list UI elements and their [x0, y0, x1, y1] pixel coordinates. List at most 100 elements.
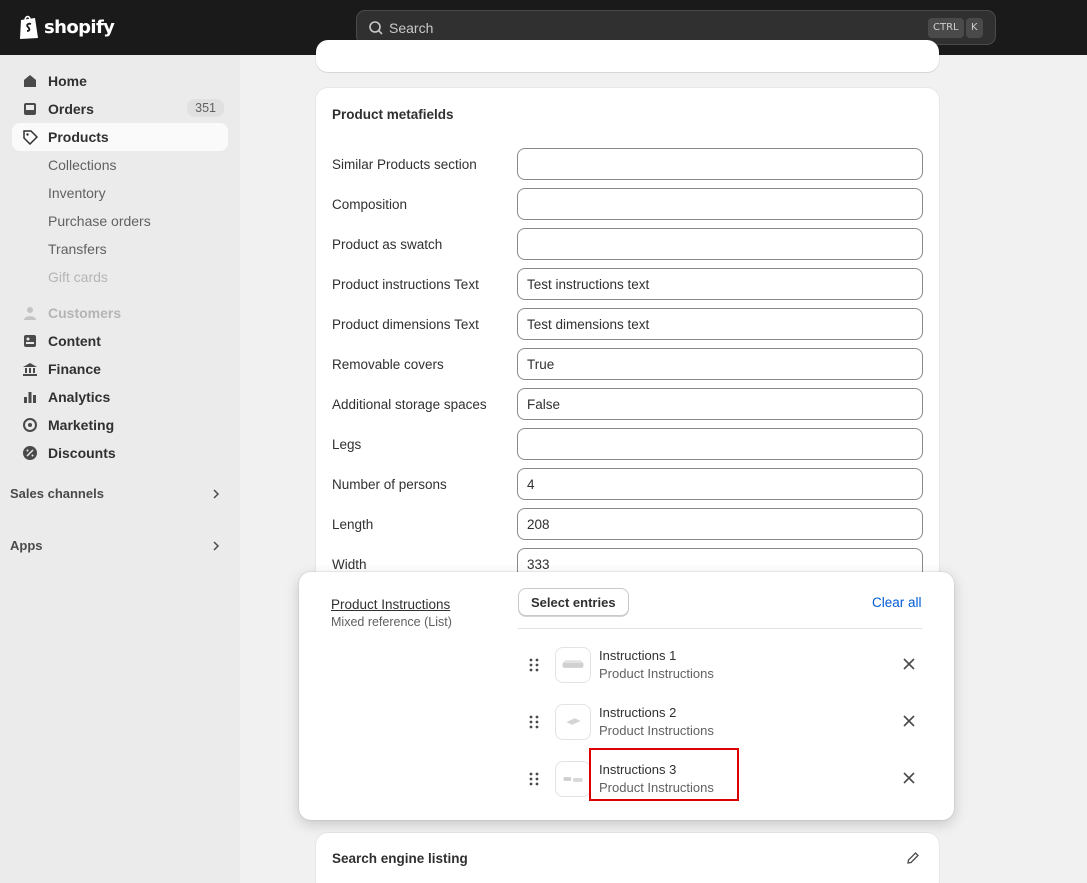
product-as-swatch-input[interactable] — [517, 228, 923, 260]
sidebar-item-label: Collections — [48, 157, 117, 173]
field-label: Product dimensions Text — [332, 317, 479, 332]
sidebar-item-home[interactable]: Home — [12, 67, 228, 95]
product-metafields-card: Product metafields Similar Products sect… — [316, 88, 939, 648]
select-entries-button[interactable]: Select entries — [518, 588, 629, 616]
sidebar-item-label: Marketing — [48, 417, 115, 433]
apps-label: Apps — [10, 538, 43, 553]
pencil-icon[interactable] — [906, 851, 920, 865]
drag-handle-icon[interactable] — [528, 714, 540, 730]
entry-type: Product Instructions — [599, 723, 714, 738]
entry-title: Instructions 1 — [599, 648, 677, 663]
sales-channels-section[interactable]: Sales channels — [10, 486, 228, 501]
search-engine-listing-card: Search engine listing — [316, 833, 939, 883]
sofa-thumbnail-icon — [563, 777, 583, 782]
dimensions-text-input[interactable]: Test dimensions text — [517, 308, 923, 340]
sidebar-item-purchase-orders[interactable]: Purchase orders — [12, 207, 228, 235]
field-label: Length — [332, 517, 374, 532]
sidebar-item-discounts[interactable]: Discounts — [12, 439, 228, 467]
number-of-persons-input[interactable]: 4 — [517, 468, 923, 500]
similar-products-input[interactable] — [517, 148, 923, 180]
length-input[interactable]: 208 — [517, 508, 923, 540]
sidebar: Home Orders 351 Products Collections Inv… — [0, 55, 240, 883]
sidebar-item-orders[interactable]: Orders 351 — [12, 95, 228, 123]
sidebar-item-label: Transfers — [48, 241, 107, 257]
sidebar-item-label: Customers — [48, 305, 122, 321]
field-label: Number of persons — [332, 477, 447, 492]
composition-input[interactable] — [517, 188, 923, 220]
entry-title: Instructions 2 — [599, 705, 677, 720]
content-icon — [24, 335, 36, 347]
search-icon — [369, 21, 383, 35]
shopify-logo[interactable]: shopify — [18, 14, 115, 40]
sidebar-item-label: Content — [48, 333, 101, 349]
sidebar-item-finance[interactable]: Finance — [12, 355, 228, 383]
sidebar-item-products[interactable]: Products — [12, 123, 228, 151]
entry-thumbnail — [555, 704, 591, 740]
card-title: Search engine listing — [332, 851, 468, 866]
shortcut-k: K — [966, 18, 983, 38]
divider — [518, 628, 922, 629]
instructions-text-input[interactable]: Test instructions text — [517, 268, 923, 300]
shortcut-ctrl: CTRL — [928, 18, 964, 38]
field-label: Product as swatch — [332, 237, 443, 252]
clear-all-link[interactable]: Clear all — [872, 595, 922, 610]
list-item[interactable]: Instructions 1 Product Instructions — [518, 640, 922, 690]
instructions-field-type: Mixed reference (List) — [331, 615, 452, 629]
close-icon[interactable] — [902, 771, 916, 785]
sidebar-item-inventory[interactable]: Inventory — [12, 179, 228, 207]
field-label: Similar Products section — [332, 157, 477, 172]
removable-covers-input[interactable]: True — [517, 348, 923, 380]
sidebar-item-marketing[interactable]: Marketing — [12, 411, 228, 439]
target-icon — [23, 418, 37, 432]
tag-icon — [23, 130, 38, 145]
apps-section[interactable]: Apps — [10, 538, 228, 553]
sidebar-item-label: Analytics — [48, 389, 111, 405]
chevron-right-icon — [213, 489, 220, 499]
orders-count-badge: 351 — [187, 99, 224, 117]
sidebar-item-content[interactable]: Content — [12, 327, 228, 355]
sidebar-item-label: Gift cards — [48, 269, 108, 285]
entry-type: Product Instructions — [599, 666, 714, 681]
sofa-thumbnail-icon — [566, 718, 581, 725]
close-icon[interactable] — [902, 714, 916, 728]
field-label: Width — [332, 557, 367, 572]
instructions-field-title[interactable]: Product Instructions — [331, 597, 450, 612]
sidebar-item-label: Orders — [48, 101, 94, 117]
sidebar-item-collections[interactable]: Collections — [12, 151, 228, 179]
sidebar-item-label: Finance — [48, 361, 101, 377]
storage-spaces-input[interactable]: False — [517, 388, 923, 420]
card-title: Product metafields — [332, 107, 454, 122]
person-icon — [24, 307, 36, 320]
list-item[interactable]: Instructions 2 Product Instructions — [518, 697, 922, 747]
sidebar-item-label: Home — [48, 73, 87, 89]
legs-input[interactable] — [517, 428, 923, 460]
previous-card — [316, 40, 939, 72]
sidebar-item-gift-cards[interactable]: Gift cards — [12, 263, 228, 291]
drag-handle-icon[interactable] — [528, 657, 540, 673]
sidebar-item-analytics[interactable]: Analytics — [12, 383, 228, 411]
field-label: Product instructions Text — [332, 277, 479, 292]
sidebar-item-label: Products — [48, 129, 109, 145]
sidebar-item-transfers[interactable]: Transfers — [12, 235, 228, 263]
entry-thumbnail — [555, 761, 591, 797]
drag-handle-icon[interactable] — [528, 771, 540, 787]
sidebar-item-label: Purchase orders — [48, 213, 151, 229]
bank-icon — [23, 363, 37, 376]
sofa-thumbnail-icon — [562, 660, 584, 668]
chevron-right-icon — [213, 541, 220, 551]
entry-thumbnail — [555, 647, 591, 683]
logo-text: shopify — [44, 16, 115, 38]
shopify-bag-icon — [20, 15, 38, 39]
bar-chart-icon — [24, 392, 36, 403]
field-label: Additional storage spaces — [332, 397, 487, 412]
field-label: Legs — [332, 437, 362, 452]
field-label: Removable covers — [332, 357, 444, 372]
sidebar-item-label: Discounts — [48, 445, 116, 461]
sales-channels-label: Sales channels — [10, 486, 104, 501]
close-icon[interactable] — [902, 657, 916, 671]
home-icon — [24, 75, 36, 87]
selection-highlight — [589, 748, 739, 801]
discount-icon — [23, 446, 37, 460]
sidebar-item-customers[interactable]: Customers — [12, 299, 228, 327]
sidebar-item-label: Inventory — [48, 185, 106, 201]
